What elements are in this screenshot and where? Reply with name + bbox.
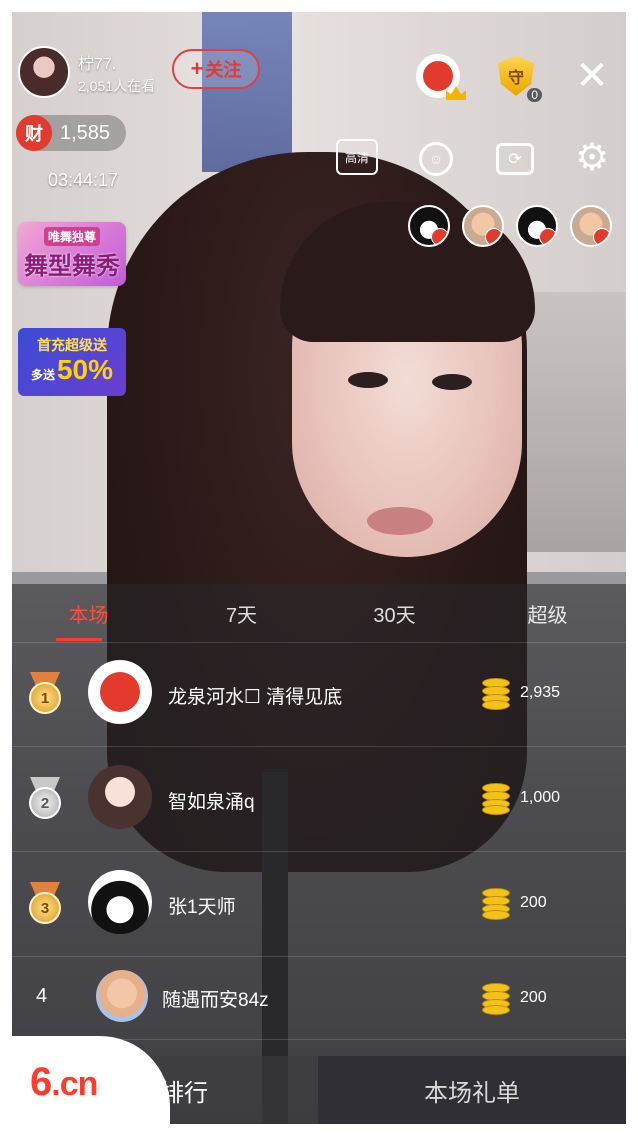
table-row[interactable]: 4 随遇而安84z 200	[12, 957, 626, 1040]
host-avatar[interactable]	[18, 46, 70, 98]
plus-icon: +	[190, 56, 204, 81]
tab-7-days[interactable]: 7天	[165, 584, 318, 642]
wealth-badge[interactable]: 财 1,585	[16, 115, 126, 151]
viewer-avatar[interactable]	[570, 205, 612, 247]
viewer-badge-icon	[485, 228, 502, 245]
coin-icon	[482, 783, 512, 815]
streamer-lips	[367, 507, 433, 535]
recharge-promo-value: 50%	[56, 353, 114, 385]
tab-gift-list[interactable]: 本场礼单	[318, 1056, 626, 1124]
beauty-filter-button[interactable]: ☺	[416, 139, 456, 179]
table-row[interactable]: 3 张1天师 200	[12, 852, 626, 957]
gold-medal-icon: 1	[26, 672, 64, 716]
streamer-eye-left	[348, 372, 388, 388]
ranking-list: 1 龙泉河水☐ 清得见底 2,935 2 智如泉涌q 1,000 3 张1天师 …	[12, 642, 626, 1040]
wealth-value: 1,585	[60, 122, 111, 144]
avatar[interactable]	[88, 870, 152, 934]
switch-camera-button[interactable]: ⟳	[494, 140, 536, 178]
live-stream-view: 柠77. 2,051人在看 + 关注 财 1,585 03:44:17 唯舞独尊…	[12, 12, 626, 1124]
recharge-promo-banner[interactable]: 首充超级送 多送50%	[18, 328, 126, 396]
viewer-badge-icon	[431, 228, 448, 245]
active-tab-indicator	[56, 638, 102, 641]
avatar[interactable]	[88, 660, 152, 724]
coin-icon	[482, 678, 512, 710]
bronze-medal-icon: 3	[26, 882, 64, 926]
6cn-logo: 6.cn	[30, 1060, 98, 1104]
recharge-promo-title: 首充超级送	[37, 336, 107, 353]
viewer-avatar-list	[408, 205, 626, 249]
table-row[interactable]: 2 智如泉涌q 1,000	[12, 747, 626, 852]
viewer-count: 2,051人在看	[78, 78, 156, 94]
user-score: 200	[520, 894, 547, 911]
camera-switch-icon: ⟳	[496, 143, 534, 175]
rank-number: 4	[36, 985, 48, 1007]
user-name: 智如泉涌q	[168, 792, 255, 813]
follow-button[interactable]: + 关注	[172, 49, 260, 89]
tab-super[interactable]: 超级	[471, 584, 624, 642]
face-icon: ☺	[419, 142, 453, 176]
streamer-eye-right	[432, 374, 472, 390]
user-name: 龙泉河水☐ 清得见底	[168, 687, 343, 708]
viewer-avatar[interactable]	[516, 205, 558, 247]
dance-event-subtitle: 唯舞独尊	[43, 227, 100, 246]
dance-event-title: 舞型舞秀	[24, 253, 120, 280]
user-score: 1,000	[520, 789, 561, 806]
guard-button[interactable]: 守 0	[496, 54, 542, 102]
viewer-badge-icon	[539, 228, 556, 245]
user-name: 随遇而安84z	[162, 990, 269, 1011]
coin-icon	[482, 888, 512, 920]
viewer-avatar[interactable]	[408, 205, 450, 247]
silver-medal-icon: 2	[26, 777, 64, 821]
avatar[interactable]	[96, 970, 148, 1022]
viewer-badge-icon	[593, 228, 610, 245]
viewer-avatar[interactable]	[462, 205, 504, 247]
tab-this-session[interactable]: 本场	[12, 584, 165, 642]
avatar[interactable]	[88, 765, 152, 829]
user-score: 200	[520, 989, 547, 1006]
vip-icon[interactable]	[416, 54, 466, 100]
live-timer: 03:44:17	[48, 170, 119, 190]
background-poster	[202, 12, 292, 172]
user-score: 2,935	[520, 684, 561, 701]
host-info[interactable]: 柠77. 2,051人在看	[18, 46, 178, 100]
guard-count: 0	[527, 88, 542, 102]
recharge-promo-prefix: 多送	[30, 367, 55, 382]
tab-30-days[interactable]: 30天	[318, 584, 471, 642]
close-icon[interactable]: ✕	[572, 56, 612, 96]
coin-icon	[482, 983, 512, 1015]
wealth-icon: 财	[16, 115, 52, 151]
user-name: 张1天师	[168, 897, 236, 918]
follow-label: 关注	[205, 60, 242, 80]
hd-quality-icon[interactable]: 高清	[336, 139, 378, 175]
gear-icon[interactable]: ⚙	[572, 138, 612, 178]
host-name: 柠77.	[78, 56, 117, 73]
dance-event-banner[interactable]: 唯舞独尊 舞型舞秀	[18, 222, 126, 286]
table-row[interactable]: 1 龙泉河水☐ 清得见底 2,935	[12, 642, 626, 747]
ranking-tabs: 本场 7天 30天 超级	[12, 584, 626, 643]
